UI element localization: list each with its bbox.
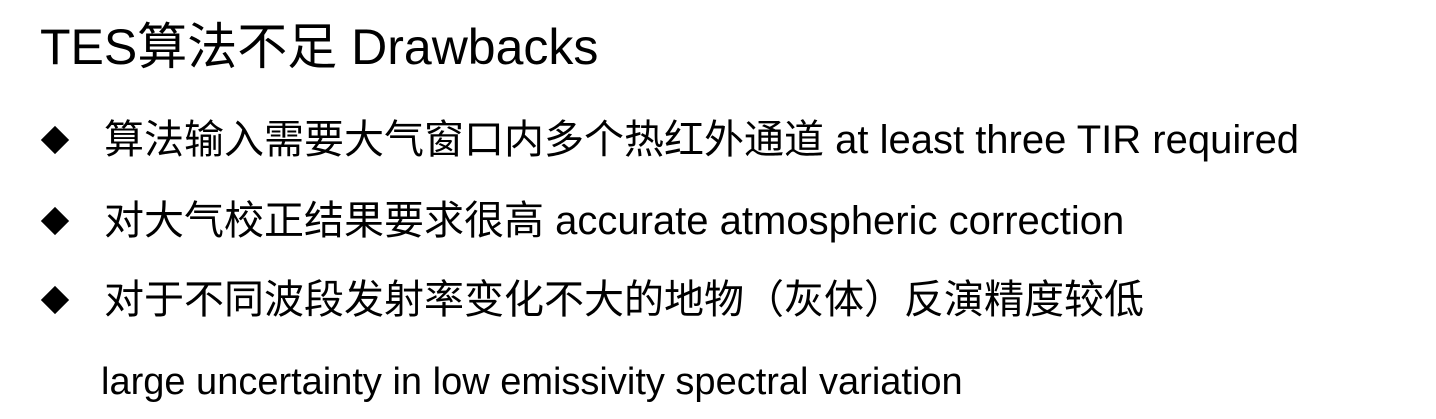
bullet-item: 算法输入需要大气窗口内多个热红外通道 at least three TIR re… <box>40 110 1299 170</box>
bullet-text: 对于不同波段发射率变化不大的地物（灰体）反演精度较低 <box>104 278 1144 322</box>
diamond-bullet-icon <box>40 285 70 315</box>
diamond-bullet-icon <box>40 206 70 236</box>
bullet-item: 对于不同波段发射率变化不大的地物（灰体）反演精度较低 <box>40 270 1144 330</box>
bullet-text: 对大气校正结果要求很高 accurate atmospheric correct… <box>104 199 1125 243</box>
bullet-text: 算法输入需要大气窗口内多个热红外通道 at least three TIR re… <box>104 118 1300 162</box>
slide-title: TES算法不足 Drawbacks <box>40 19 599 75</box>
bullet-continuation-text: large uncertainty in low emissivity spec… <box>101 361 963 403</box>
bullet-item: 对大气校正结果要求很高 accurate atmospheric correct… <box>40 191 1124 251</box>
diamond-bullet-icon <box>40 125 70 155</box>
